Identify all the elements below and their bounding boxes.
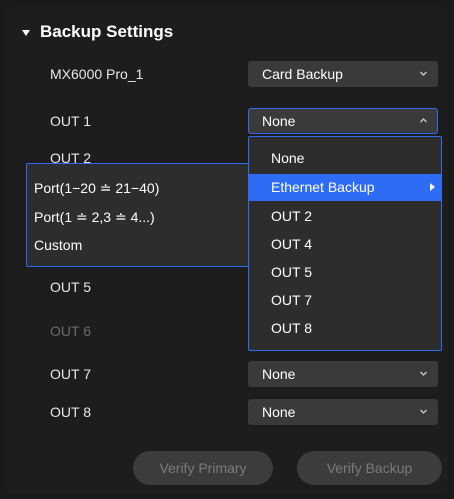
out7-select[interactable]: None [248,361,438,387]
ethernet-backup-submenu: Port(1−20 ≐ 21−40) Port(1 ≐ 2,3 ≐ 4...) … [26,163,249,267]
option-label: OUT 8 [271,320,312,336]
option-label: OUT 5 [271,264,312,280]
option-label: Ethernet Backup [271,179,375,195]
select-value: None [262,404,296,420]
caret-right-icon [430,183,435,191]
chevron-down-icon [420,371,427,376]
card-backup-select[interactable]: Card Backup [248,61,438,87]
option-label: Port(1 ≐ 2,3 ≐ 4...) [34,209,155,225]
dropdown-option-out4[interactable]: OUT 4 [249,231,441,258]
option-label: Port(1−20 ≐ 21−40) [34,180,160,196]
row-label: OUT 1 [50,113,91,129]
chevron-down-icon [420,71,427,76]
verify-backup-button[interactable]: Verify Backup [297,451,442,485]
out8-select[interactable]: None [248,399,438,425]
dropdown-option-out7[interactable]: OUT 7 [249,287,441,314]
chevron-down-icon [420,409,427,414]
chevron-up-icon [420,118,427,123]
select-value: Card Backup [262,66,343,82]
row-label: OUT 7 [50,366,91,382]
select-value: None [262,113,296,129]
verify-primary-button[interactable]: Verify Primary [133,451,273,485]
select-value: None [262,366,296,382]
row-out8: OUT 8 None [0,399,454,427]
option-label: OUT 4 [271,236,312,252]
dropdown-option-out8[interactable]: OUT 8 [249,315,441,342]
submenu-option-port-1-2[interactable]: Port(1 ≐ 2,3 ≐ 4...) [27,204,248,231]
section-header[interactable]: Backup Settings [22,20,173,44]
out1-dropdown-list: None Ethernet Backup OUT 2 OUT 4 OUT 5 O… [248,136,442,351]
option-label: OUT 7 [271,292,312,308]
option-label: None [271,150,305,166]
option-label: Custom [34,237,83,253]
dropdown-option-none[interactable]: None [249,145,441,172]
dropdown-option-out2[interactable]: OUT 2 [249,203,441,230]
row-label: OUT 6 [50,323,91,339]
option-label: OUT 2 [271,208,312,224]
out1-select[interactable]: None [248,108,438,134]
row-card: MX6000 Pro_1 Card Backup [0,61,454,89]
section-title: Backup Settings [40,22,174,41]
row-label: OUT 8 [50,404,91,420]
row-out1: OUT 1 None [0,108,454,136]
caret-down-icon [22,30,30,36]
row-label: MX6000 Pro_1 [50,66,144,82]
submenu-option-port-1-20[interactable]: Port(1−20 ≐ 21−40) [27,175,248,202]
dropdown-option-out5[interactable]: OUT 5 [249,259,441,286]
row-label: OUT 5 [50,279,91,295]
row-out7: OUT 7 None [0,361,454,389]
submenu-option-custom[interactable]: Custom [27,232,248,259]
dropdown-option-ethernet-backup[interactable]: Ethernet Backup [249,174,441,201]
